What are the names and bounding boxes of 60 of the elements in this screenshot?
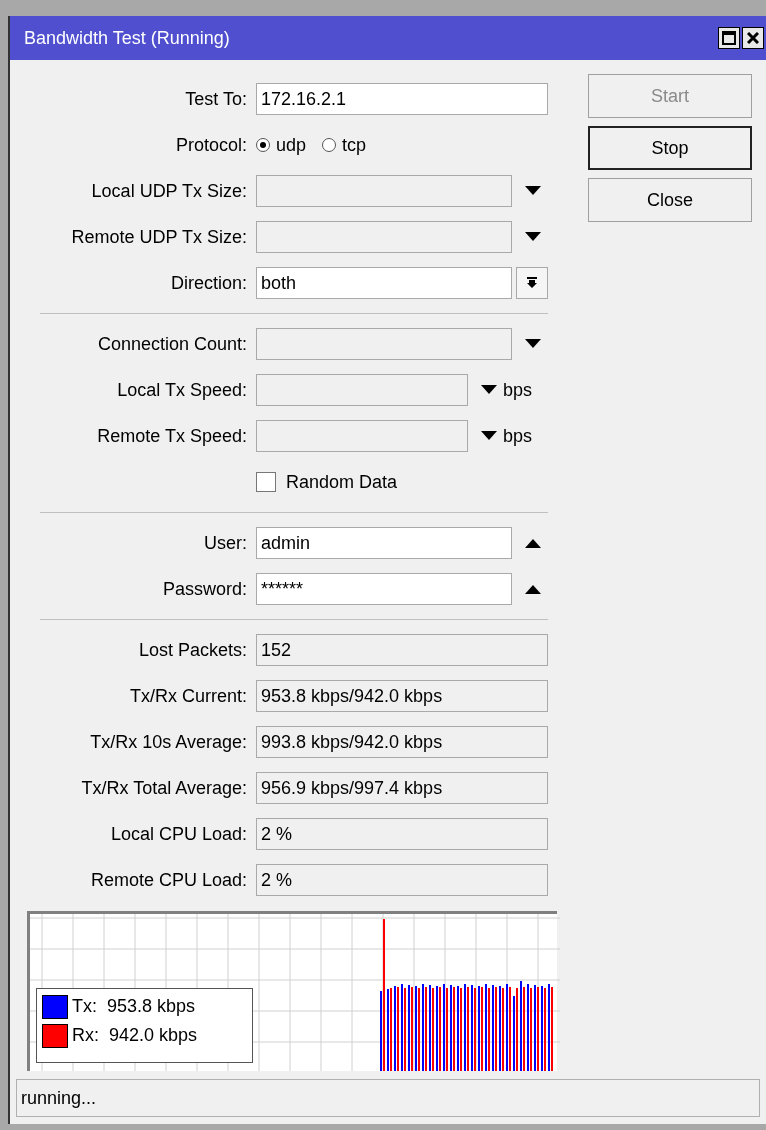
dropdown-field[interactable] <box>256 328 512 360</box>
field-label: Remote CPU Load: <box>89 868 247 892</box>
legend-value: 942.0 kbps <box>109 1024 198 1047</box>
field-label: Protocol: <box>174 133 247 157</box>
field-label: User: <box>203 531 247 555</box>
down-triangle-icon[interactable] <box>525 186 541 196</box>
down-triangle-icon[interactable] <box>525 339 541 349</box>
field-label: Lost Packets: <box>137 638 247 662</box>
unit-label: bps <box>503 378 533 402</box>
field-label: Tx/Rx Current: <box>128 684 247 708</box>
maximize-button[interactable] <box>718 27 740 49</box>
radio-option[interactable]: tcp <box>322 131 367 159</box>
dropdown-button[interactable] <box>516 267 548 299</box>
field-label: Test To: <box>184 87 247 111</box>
field-label: Local UDP Tx Size: <box>90 179 247 203</box>
readonly-field: 2 % <box>256 818 548 850</box>
dropdown-field[interactable] <box>256 374 468 406</box>
field-label: Remote Tx Speed: <box>96 424 247 448</box>
select-field[interactable]: both <box>256 267 512 299</box>
legend-label: Rx: <box>72 1024 99 1047</box>
up-triangle-icon[interactable] <box>525 538 541 548</box>
field-label: Tx/Rx Total Average: <box>80 776 247 800</box>
field-label: Direction: <box>169 271 247 295</box>
down-arrow-icon <box>526 277 538 289</box>
field-label: Local Tx Speed: <box>116 378 247 402</box>
up-triangle-icon[interactable] <box>525 584 541 594</box>
close-icon <box>747 32 759 44</box>
readonly-field: 993.8 kbps/942.0 kbps <box>256 726 548 758</box>
readonly-field: 2 % <box>256 864 548 896</box>
window-title: Bandwidth Test (Running) <box>24 26 230 50</box>
readonly-field: 953.8 kbps/942.0 kbps <box>256 680 548 712</box>
dropdown-field[interactable] <box>256 420 468 452</box>
dialog-button[interactable]: Close <box>588 178 752 222</box>
status-text: running... <box>21 1086 97 1110</box>
radio-icon[interactable] <box>322 138 337 152</box>
text-field[interactable]: 172.16.2.1 <box>256 83 548 115</box>
down-triangle-icon[interactable] <box>481 385 497 395</box>
radio-icon[interactable] <box>256 138 270 152</box>
radio-option[interactable]: udp <box>256 131 307 159</box>
dropdown-field[interactable]: ****** <box>256 573 512 605</box>
field-label: Local CPU Load: <box>109 822 247 846</box>
down-triangle-icon[interactable] <box>481 431 497 441</box>
field-label: Password: <box>161 577 247 601</box>
unit-label: bps <box>503 424 533 448</box>
checkbox-option[interactable]: Random Data <box>256 468 398 496</box>
legend-label: Tx: <box>72 995 97 1018</box>
field-label: Remote UDP Tx Size: <box>70 225 247 249</box>
field-label: Tx/Rx 10s Average: <box>89 730 247 754</box>
readonly-field: 956.9 kbps/997.4 kbps <box>256 772 548 804</box>
dialog-button[interactable]: Stop <box>588 126 752 170</box>
close-button[interactable] <box>742 27 764 49</box>
dropdown-field[interactable] <box>256 175 512 207</box>
readonly-field: 152 <box>256 634 548 666</box>
checkbox-icon[interactable] <box>256 472 276 492</box>
dropdown-field[interactable] <box>256 221 512 253</box>
maximize-icon <box>722 31 736 45</box>
down-triangle-icon[interactable] <box>525 232 541 242</box>
legend-value: 953.8 kbps <box>107 995 196 1018</box>
field-label: Connection Count: <box>96 332 247 356</box>
dropdown-field[interactable]: admin <box>256 527 512 559</box>
